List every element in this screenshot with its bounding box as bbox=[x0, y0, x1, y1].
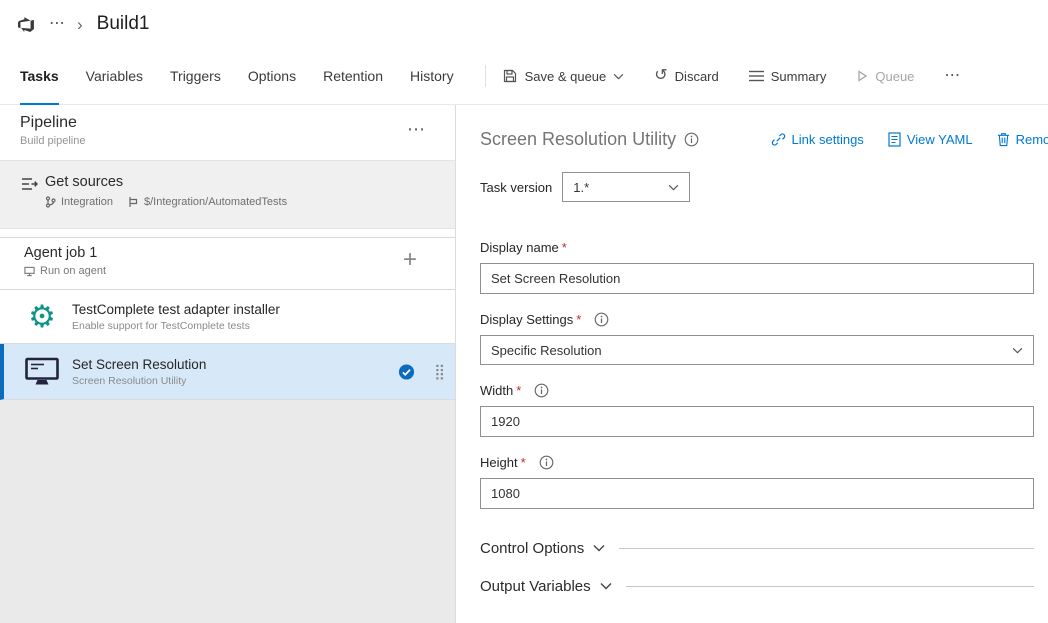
task-subtitle: Screen Resolution Utility bbox=[72, 375, 206, 387]
add-task-button[interactable]: + bbox=[403, 248, 417, 272]
task-item-set-screen-resolution[interactable]: Set Screen Resolution Screen Resolution … bbox=[0, 344, 455, 400]
pipeline-name-title[interactable]: Build1 bbox=[97, 13, 150, 35]
get-sources-meta: Integration $/Integration/AutomatedTests bbox=[45, 196, 287, 208]
play-icon bbox=[856, 70, 868, 82]
breadcrumb-more-icon[interactable]: ⋯ bbox=[49, 16, 65, 32]
control-options-section[interactable]: Control Options bbox=[480, 533, 1034, 563]
display-settings-value: Specific Resolution bbox=[491, 343, 602, 358]
view-yaml-label: View YAML bbox=[907, 132, 973, 147]
chevron-down-icon bbox=[593, 544, 605, 552]
branch-icon bbox=[128, 196, 139, 208]
discard-label: Discard bbox=[675, 69, 719, 84]
required-marker: * bbox=[562, 240, 567, 255]
task-version-value: 1.* bbox=[573, 180, 589, 195]
task-title: TestComplete test adapter installer bbox=[72, 302, 280, 317]
agent-job-subtitle: Run on agent bbox=[40, 265, 106, 277]
display-settings-dropdown[interactable]: Specific Resolution bbox=[480, 335, 1034, 365]
remove-button[interactable]: Remove bbox=[997, 132, 1048, 147]
undo-icon: ↺ bbox=[654, 68, 667, 84]
display-name-label: Display name bbox=[480, 240, 559, 255]
monitor-icon bbox=[24, 354, 60, 390]
source-path: $/Integration/AutomatedTests bbox=[144, 196, 287, 208]
link-icon bbox=[771, 132, 786, 147]
summary-icon bbox=[749, 70, 764, 82]
repo-icon bbox=[45, 196, 56, 208]
task-item-testcomplete[interactable]: ⚙ TestComplete test adapter installer En… bbox=[0, 290, 455, 344]
pipeline-title[interactable]: Pipeline bbox=[20, 114, 85, 132]
azure-devops-logo-icon[interactable] bbox=[18, 16, 35, 33]
link-settings-button[interactable]: Link settings bbox=[771, 132, 864, 147]
repo-name: Integration bbox=[61, 196, 113, 208]
pipeline-subtitle: Build pipeline bbox=[20, 135, 85, 147]
agent-job-title: Agent job 1 bbox=[24, 245, 439, 261]
get-sources-item[interactable]: Get sources Integration $/Integration/Au… bbox=[0, 161, 455, 229]
save-queue-button[interactable]: Save & queue bbox=[502, 68, 625, 84]
task-detail-panel: Screen Resolution Utility Link settings … bbox=[456, 105, 1048, 623]
queue-label: Queue bbox=[875, 69, 914, 84]
get-sources-icon bbox=[20, 176, 38, 228]
required-marker: * bbox=[576, 312, 581, 327]
task-settings-title: Screen Resolution Utility bbox=[480, 129, 676, 150]
width-input[interactable] bbox=[480, 406, 1034, 437]
pipeline-tree-panel: Pipeline Build pipeline ⋯ Get sources In… bbox=[0, 105, 456, 623]
selected-check-icon bbox=[398, 363, 415, 380]
summary-label: Summary bbox=[771, 69, 827, 84]
get-sources-title: Get sources bbox=[45, 174, 287, 190]
tab-tasks[interactable]: Tasks bbox=[20, 48, 59, 104]
agent-icon bbox=[24, 266, 35, 277]
task-version-dropdown[interactable]: 1.* bbox=[562, 172, 690, 202]
remove-label: Remove bbox=[1016, 132, 1048, 147]
document-icon bbox=[888, 132, 901, 147]
section-divider bbox=[626, 586, 1034, 587]
command-bar: Save & queue ↺ Discard Summary Queue ⋯ bbox=[502, 48, 991, 104]
info-icon[interactable] bbox=[534, 383, 549, 398]
info-icon[interactable] bbox=[684, 132, 699, 147]
queue-button[interactable]: Queue bbox=[856, 69, 914, 84]
top-header: ⋯ › Build1 bbox=[0, 0, 1048, 48]
breadcrumb-chevron-icon: › bbox=[77, 16, 83, 33]
tab-variables[interactable]: Variables bbox=[86, 48, 143, 104]
control-options-label: Control Options bbox=[480, 540, 584, 557]
chevron-down-icon bbox=[1012, 347, 1023, 354]
height-label: Height bbox=[480, 455, 518, 470]
required-marker: * bbox=[516, 383, 521, 398]
view-yaml-button[interactable]: View YAML bbox=[888, 132, 973, 147]
discard-button[interactable]: ↺ Discard bbox=[654, 68, 718, 84]
panel-spacer bbox=[0, 229, 455, 237]
required-marker: * bbox=[521, 455, 526, 470]
save-queue-label: Save & queue bbox=[525, 69, 607, 84]
agent-job-item[interactable]: Agent job 1 Run on agent + bbox=[0, 237, 455, 290]
more-icon: ⋯ bbox=[944, 68, 960, 84]
summary-button[interactable]: Summary bbox=[749, 69, 827, 84]
tab-triggers[interactable]: Triggers bbox=[170, 48, 221, 104]
info-icon[interactable] bbox=[539, 455, 554, 470]
chevron-down-icon bbox=[613, 73, 624, 80]
chevron-down-icon bbox=[668, 184, 679, 191]
tab-history[interactable]: History bbox=[410, 48, 454, 104]
tab-retention[interactable]: Retention bbox=[323, 48, 383, 104]
toolbar-more-button[interactable]: ⋯ bbox=[944, 68, 960, 84]
drag-handle[interactable]: ⣿ bbox=[434, 364, 445, 379]
task-subtitle: Enable support for TestComplete tests bbox=[72, 320, 280, 332]
trash-icon bbox=[997, 132, 1010, 147]
info-icon[interactable] bbox=[594, 312, 609, 327]
testcomplete-gear-icon: ⚙ bbox=[24, 299, 60, 335]
section-divider bbox=[619, 548, 1034, 549]
chevron-down-icon bbox=[600, 582, 612, 590]
link-settings-label: Link settings bbox=[792, 132, 864, 147]
tab-bar: Tasks Variables Triggers Options Retenti… bbox=[0, 48, 1048, 105]
display-name-input[interactable] bbox=[480, 263, 1034, 294]
output-variables-section[interactable]: Output Variables bbox=[480, 571, 1034, 601]
height-input[interactable] bbox=[480, 478, 1034, 509]
save-icon bbox=[502, 68, 518, 84]
task-version-label: Task version bbox=[480, 180, 552, 195]
task-title: Set Screen Resolution bbox=[72, 357, 206, 372]
output-variables-label: Output Variables bbox=[480, 578, 591, 595]
pipeline-header: Pipeline Build pipeline ⋯ bbox=[0, 105, 455, 161]
toolbar-divider bbox=[485, 65, 486, 87]
display-settings-label: Display Settings bbox=[480, 312, 573, 327]
tab-options[interactable]: Options bbox=[248, 48, 296, 104]
pipeline-more-icon[interactable]: ⋯ bbox=[407, 120, 439, 160]
width-label: Width bbox=[480, 383, 513, 398]
